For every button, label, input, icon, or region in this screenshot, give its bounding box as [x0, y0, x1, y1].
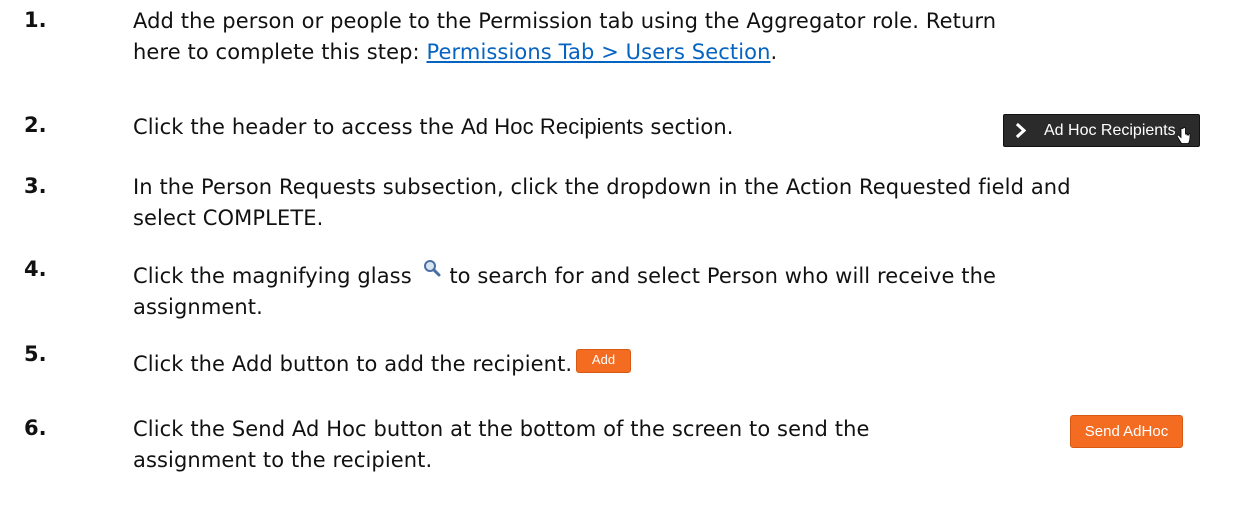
step-number: 2.	[24, 113, 47, 137]
chevron-right-icon	[1015, 115, 1027, 157]
step-text-prefix: here to complete this step:	[133, 40, 427, 64]
step-text-suffix: section.	[643, 115, 734, 139]
hand-pointer-icon	[1176, 125, 1191, 144]
step-text: In the Person Requests subsection, click…	[133, 172, 1071, 234]
step-text-prefix: Click the magnifying glass	[133, 264, 419, 288]
step-text: Click the magnifying glass to search for…	[133, 255, 996, 323]
step-number: 5.	[24, 342, 47, 366]
step-text-prefix: Click the header to access the	[133, 115, 461, 139]
send-adhoc-button[interactable]: Send AdHoc	[1070, 415, 1183, 448]
add-button[interactable]: Add	[576, 349, 631, 373]
step-number: 4.	[24, 257, 47, 281]
step-text-suffix: .	[770, 40, 778, 64]
step-line: In the Person Requests subsection, click…	[133, 175, 1071, 199]
step-line: assignment to the recipient.	[133, 448, 433, 472]
step-text: Click the header to access the Ad Hoc Re…	[133, 111, 734, 143]
step-text: Click the Add button to add the recipien…	[133, 352, 573, 376]
step-line: Click the magnifying glass to search for…	[133, 255, 996, 292]
step-number: 3.	[24, 174, 47, 198]
step-line: assignment.	[133, 295, 263, 319]
step-line: here to complete this step: Permissions …	[133, 37, 996, 68]
permissions-users-link[interactable]: Permissions Tab > Users Section	[427, 40, 771, 64]
step-number: 6.	[24, 416, 47, 440]
ad-hoc-recipients-label: Ad Hoc Recipients	[1044, 122, 1176, 139]
step-line: select COMPLETE.	[133, 206, 324, 230]
step-text: Add the person or people to the Permissi…	[133, 6, 996, 68]
step-line: Add the person or people to the Permissi…	[133, 9, 997, 33]
step-number: 1.	[24, 8, 47, 32]
step-text: Click the Send Ad Hoc button at the bott…	[133, 414, 870, 476]
step-text-suffix: to search for and select Person who will…	[442, 264, 996, 288]
ad-hoc-recipients-term: Ad Hoc Recipients	[460, 114, 644, 139]
magnifying-glass-icon	[423, 255, 441, 277]
ad-hoc-recipients-header[interactable]: Ad Hoc Recipients	[1003, 114, 1200, 147]
step-line: Click the Send Ad Hoc button at the bott…	[133, 417, 870, 441]
